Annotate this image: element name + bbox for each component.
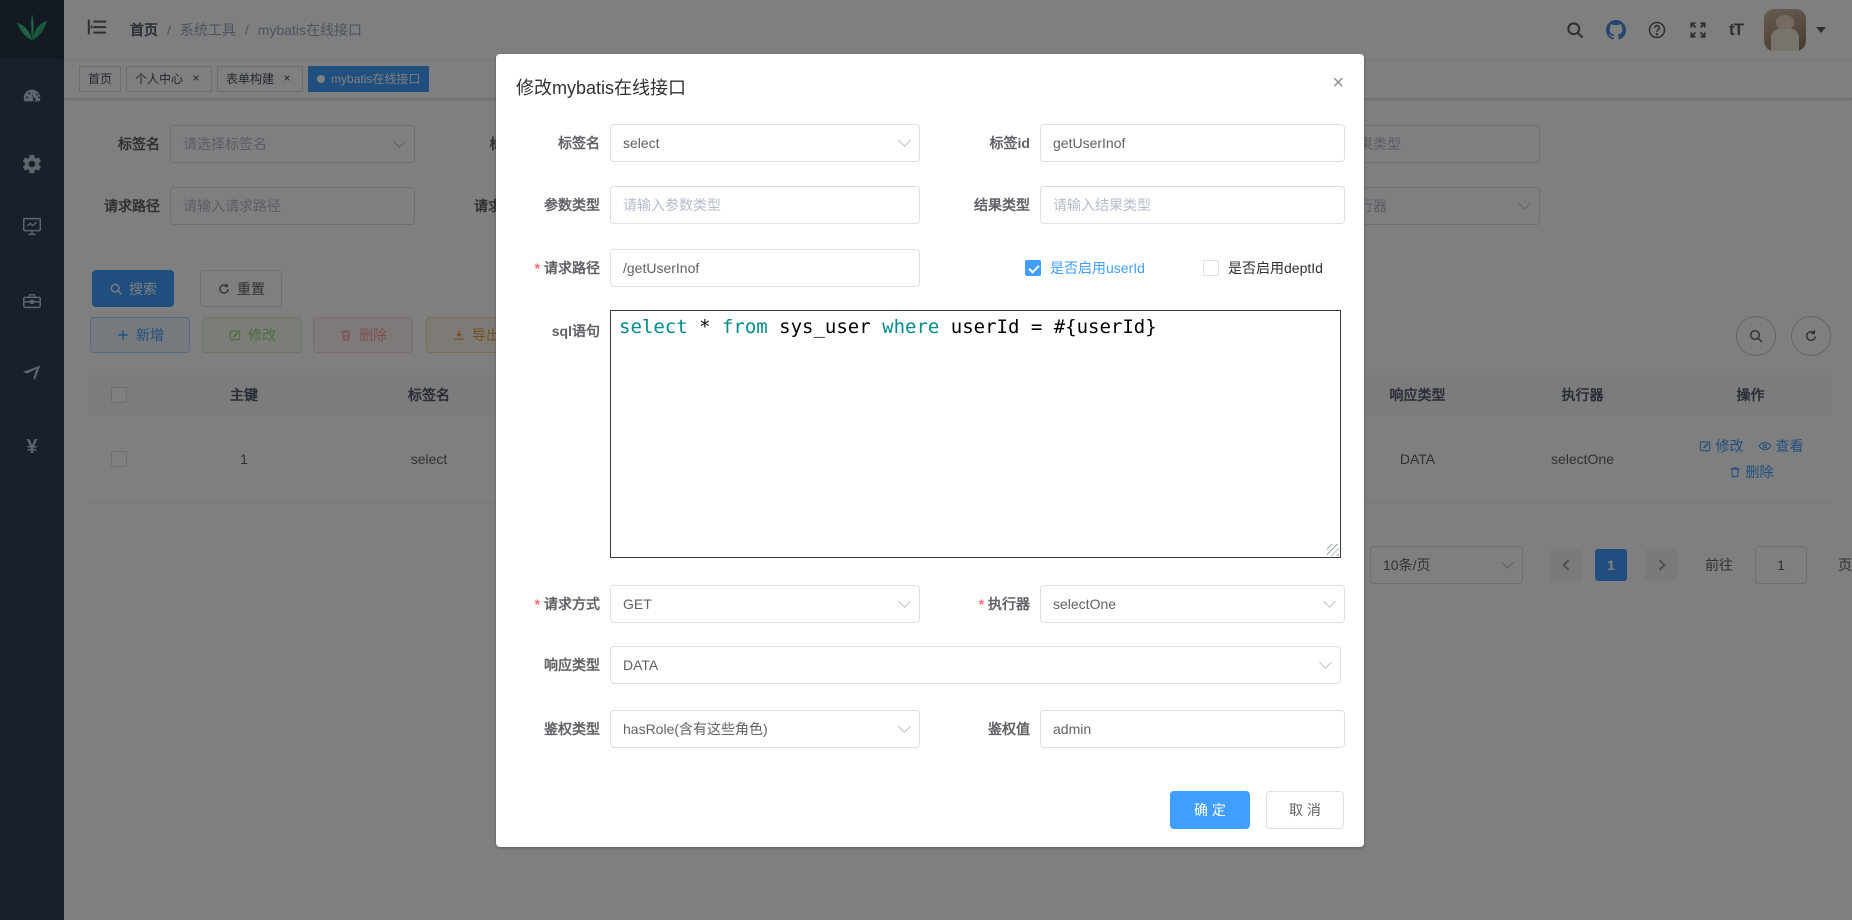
sql-text: *: [688, 316, 722, 338]
auth-type-label: 鉴权类型: [496, 710, 600, 748]
tag-id-label: 标签id: [920, 124, 1030, 162]
request-path-field[interactable]: [623, 250, 907, 286]
cancel-button[interactable]: 取 消: [1266, 791, 1344, 829]
close-icon[interactable]: ×: [1332, 72, 1344, 95]
chevron-down-icon: [1323, 595, 1336, 608]
auth-value-field[interactable]: [1053, 711, 1332, 747]
tag-name-select[interactable]: select: [610, 124, 920, 162]
chevron-down-icon: [1319, 656, 1332, 669]
checkbox-checked-icon[interactable]: [1025, 260, 1041, 276]
edit-mybatis-dialog: 修改mybatis在线接口 × 标签名 select 标签id 参数类型 结果类…: [496, 54, 1364, 847]
select-value: DATA: [623, 657, 658, 673]
executor-label: 执行器: [920, 585, 1030, 623]
auth-value-input[interactable]: [1040, 710, 1345, 748]
result-type-input[interactable]: [1040, 186, 1345, 224]
checkbox-label: 是否启用userId: [1050, 258, 1145, 278]
param-type-field[interactable]: [623, 187, 907, 223]
response-type-label: 响应类型: [496, 646, 600, 684]
sql-text: userId = #{userId}: [939, 316, 1156, 338]
confirm-button[interactable]: 确 定: [1170, 791, 1250, 829]
dialog-title: 修改mybatis在线接口: [516, 74, 686, 100]
executor-select[interactable]: selectOne: [1040, 585, 1345, 623]
select-value: select: [623, 135, 660, 151]
result-type-field[interactable]: [1053, 187, 1332, 223]
sql-editor[interactable]: select * from sys_user where userId = #{…: [610, 310, 1341, 558]
sql-keyword: from: [722, 316, 768, 338]
tag-id-input[interactable]: [1040, 124, 1345, 162]
sql-text: sys_user: [768, 316, 882, 338]
request-path-input[interactable]: [610, 249, 920, 287]
sql-keyword: where: [882, 316, 939, 338]
enable-deptid-checkbox[interactable]: 是否启用deptId: [1203, 249, 1323, 287]
select-value: hasRole(含有这些角色): [623, 719, 768, 739]
select-value: GET: [623, 596, 652, 612]
method-label: 请求方式: [496, 585, 600, 623]
sql-keyword: select: [619, 316, 688, 338]
auth-type-select[interactable]: hasRole(含有这些角色): [610, 710, 920, 748]
method-select[interactable]: GET: [610, 585, 920, 623]
chevron-down-icon: [898, 134, 911, 147]
tag-name-label: 标签名: [496, 124, 600, 162]
checkbox-label: 是否启用deptId: [1228, 258, 1323, 278]
param-type-input[interactable]: [610, 186, 920, 224]
param-type-label: 参数类型: [496, 186, 600, 224]
response-type-select[interactable]: DATA: [610, 646, 1341, 684]
checkbox-unchecked-icon[interactable]: [1203, 260, 1219, 276]
chevron-down-icon: [898, 720, 911, 733]
auth-value-label: 鉴权值: [920, 710, 1030, 748]
result-type-label: 结果类型: [920, 186, 1030, 224]
sql-label: sql语句: [496, 312, 600, 350]
chevron-down-icon: [898, 595, 911, 608]
path-label: 请求路径: [496, 249, 600, 287]
select-value: selectOne: [1053, 596, 1116, 612]
enable-userid-checkbox[interactable]: 是否启用userId: [1025, 249, 1145, 287]
tag-id-field[interactable]: [1053, 125, 1332, 161]
